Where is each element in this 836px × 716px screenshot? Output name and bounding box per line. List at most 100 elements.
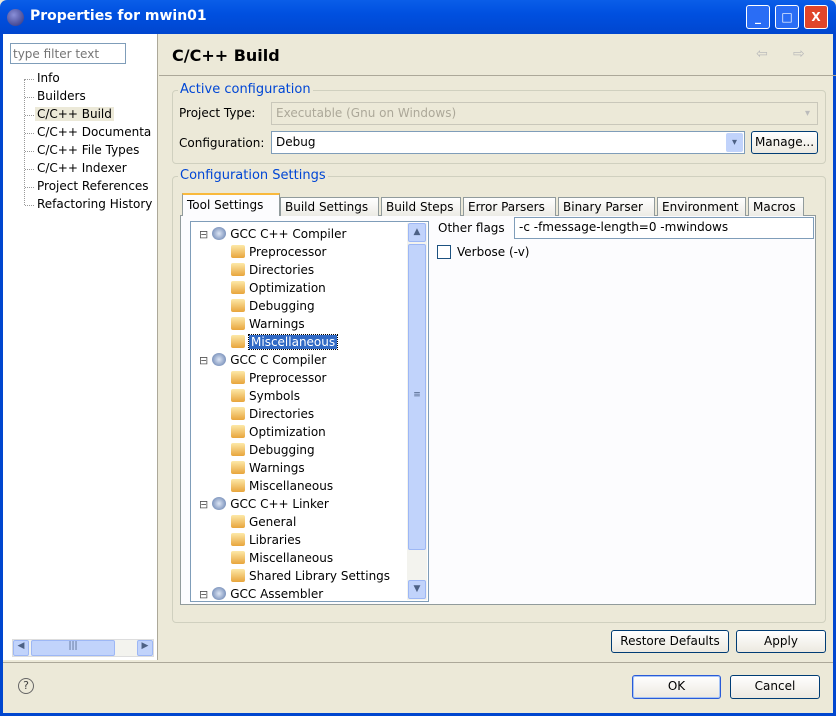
tree-item[interactable]: ⊟ GCC C++ Compiler [199, 225, 346, 243]
sidebar-item[interactable]: Builders [35, 89, 88, 103]
tree-item-label: Directories [249, 263, 315, 277]
tab-macros[interactable]: Macros [748, 197, 804, 216]
collapse-icon[interactable]: ⊟ [199, 354, 208, 367]
chevron-down-icon: ▾ [799, 104, 816, 123]
tree-connector [25, 115, 34, 116]
tool-option-icon [231, 371, 245, 384]
maximize-button[interactable]: □ [775, 5, 799, 29]
configuration-select[interactable]: Debug ▾ [271, 131, 745, 154]
sidebar-item[interactable]: C/C++ Indexer [35, 161, 129, 175]
scroll-thumb[interactable]: ≡ [408, 244, 426, 550]
tree-item[interactable]: Shared Library Settings [231, 567, 390, 585]
tree-connector [25, 79, 34, 80]
scroll-thumb[interactable]: ||| [31, 640, 115, 656]
sidebar-item[interactable]: C/C++ Documenta [35, 125, 153, 139]
tree-item-label: Optimization [249, 281, 326, 295]
tree-item[interactable]: Symbols [231, 387, 300, 405]
tool-icon [212, 587, 227, 600]
sidebar-item[interactable]: Refactoring History [35, 197, 154, 211]
tree-item[interactable]: Directories [231, 261, 314, 279]
tool-option-icon [231, 317, 245, 330]
other-flags-label: Other flags [438, 221, 505, 235]
tree-item-label: Preprocessor [249, 371, 327, 385]
tool-option-icon [231, 425, 245, 438]
tree-connector [25, 187, 34, 188]
project-type-select[interactable]: Executable (Gnu on Windows) ▾ [271, 102, 818, 125]
restore-defaults-button[interactable]: Restore Defaults [611, 630, 729, 653]
tab-environment[interactable]: Environment [657, 197, 746, 216]
tree-item[interactable]: Preprocessor [231, 243, 326, 261]
page-title: C/C++ Build [172, 46, 280, 65]
tree-item[interactable]: Miscellaneous [231, 333, 339, 351]
scroll-left-button[interactable]: ◀ [13, 640, 29, 656]
tree-item[interactable]: Warnings [231, 459, 305, 477]
collapse-icon[interactable]: ⊟ [199, 588, 208, 601]
ok-button[interactable]: OK [632, 675, 721, 699]
collapse-icon[interactable]: ⊟ [199, 498, 208, 511]
back-button[interactable]: ⇦ [756, 46, 768, 62]
tab-build-steps[interactable]: Build Steps [381, 197, 461, 216]
apply-button[interactable]: Apply [736, 630, 826, 653]
sidebar-item[interactable]: C/C++ File Types [35, 143, 141, 157]
tree-item[interactable]: General [231, 513, 296, 531]
scroll-up-button[interactable]: ▲ [408, 223, 426, 242]
tree-item[interactable]: Libraries [231, 531, 301, 549]
tool-tree[interactable]: ⊟ GCC C++ Compiler Preprocessor Directories… [190, 221, 429, 602]
scroll-right-button[interactable]: ▶ [137, 640, 153, 656]
tool-option-icon [231, 407, 245, 420]
tree-item[interactable]: Optimization [231, 279, 326, 297]
tool-icon [212, 353, 227, 366]
manage-button[interactable]: Manage... [751, 131, 818, 154]
tree-connector [25, 169, 34, 170]
tree-item[interactable]: Directories [231, 405, 314, 423]
eclipse-icon [7, 9, 24, 26]
tree-item-label: GCC C Compiler [230, 353, 327, 367]
tree-item-label: Debugging [249, 299, 315, 313]
tree-connector [25, 205, 34, 206]
tree-item[interactable]: Debugging [231, 297, 315, 315]
tool-icon [212, 227, 227, 240]
tab-binary-parser[interactable]: Binary Parser [558, 197, 655, 216]
tree-vertical-scrollbar[interactable]: ▲ ≡ ▼ [407, 223, 427, 600]
tool-option-icon [231, 443, 245, 456]
divider [159, 75, 836, 76]
tree-item[interactable]: Debugging [231, 441, 315, 459]
tree-connector [25, 97, 34, 98]
tree-item[interactable]: Optimization [231, 423, 326, 441]
project-type-label: Project Type: [179, 106, 256, 120]
tree-item-label: Warnings [249, 461, 305, 475]
tool-option-icon [231, 281, 245, 294]
scroll-down-button[interactable]: ▼ [408, 580, 426, 599]
tree-item[interactable]: Preprocessor [231, 369, 326, 387]
title-bar[interactable]: Properties for mwin01 _ □ X [0, 0, 836, 34]
divider [3, 662, 833, 663]
tree-item[interactable]: Warnings [231, 315, 305, 333]
other-flags-input[interactable]: -c -fmessage-length=0 -mwindows [514, 217, 814, 239]
filter-input[interactable] [10, 43, 126, 64]
tree-item-label: GCC Assembler [230, 587, 324, 601]
tab-error-parsers[interactable]: Error Parsers [463, 197, 556, 216]
tree-item[interactable]: Miscellaneous [231, 549, 333, 567]
tree-item[interactable]: ⊟ GCC Assembler [199, 585, 324, 601]
tab-build-settings[interactable]: Build Settings [280, 197, 379, 216]
tree-item[interactable]: ⊟ GCC C++ Linker [199, 495, 329, 513]
tool-option-icon [231, 299, 245, 312]
minimize-button[interactable]: _ [746, 5, 770, 29]
verbose-checkbox[interactable] [437, 245, 451, 259]
sidebar-item[interactable]: Project References [35, 179, 151, 193]
cancel-button[interactable]: Cancel [730, 675, 820, 699]
tree-item[interactable]: ⊟ GCC C Compiler [199, 351, 326, 369]
tab-tool-settings[interactable]: Tool Settings [182, 193, 280, 216]
sidebar-item[interactable]: Info [35, 71, 62, 85]
close-button[interactable]: X [804, 5, 828, 29]
tool-option-icon [231, 389, 245, 402]
help-icon[interactable]: ? [18, 678, 34, 694]
sidebar-horizontal-scrollbar[interactable]: ◀ ||| ▶ [12, 639, 154, 657]
tree-item-label: GCC C++ Compiler [230, 227, 347, 241]
forward-button[interactable]: ⇨ [793, 46, 805, 62]
tree-item[interactable]: Miscellaneous [231, 477, 333, 495]
sidebar-item[interactable]: C/C++ Build [35, 107, 114, 121]
tool-option-icon [231, 461, 245, 474]
collapse-icon[interactable]: ⊟ [199, 228, 208, 241]
tree-item-label: Preprocessor [249, 245, 327, 259]
